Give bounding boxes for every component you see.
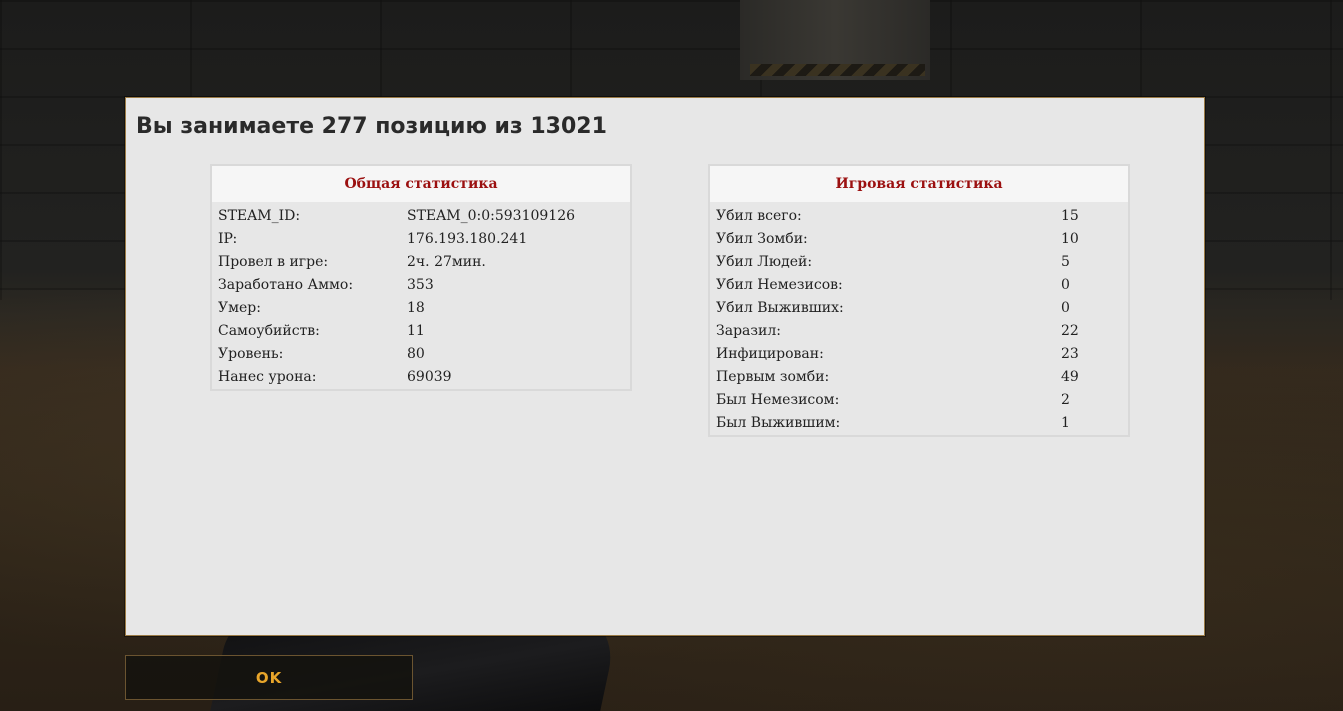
ok-button[interactable]: OK [125, 655, 413, 700]
general-stats-rows: STEAM_ID: STEAM_0:0:593109126 IP: 176.19… [212, 204, 630, 389]
table-row: Уровень: 80 [212, 342, 630, 365]
stat-label: Убил Людей: [716, 253, 813, 270]
stat-label: Нанес урона: [218, 368, 317, 385]
general-stats-header: Общая статистика [212, 166, 630, 202]
stat-label: Убил всего: [716, 207, 802, 224]
stat-value: 80 [407, 345, 425, 362]
stats-dialog: Вы занимаете 277 позицию из 13021 Общая … [125, 97, 1205, 636]
table-row: Провел в игре: 2ч. 27мин. [212, 250, 630, 273]
stat-label: STEAM_ID: [218, 207, 301, 224]
game-stats-table: Игровая статистика Убил всего: 15 Убил З… [708, 164, 1130, 437]
stat-label: Убил Немезисов: [716, 276, 843, 293]
stat-value: 1 [1061, 414, 1070, 431]
stat-value: 176.193.180.241 [407, 230, 528, 247]
stat-value: 0 [1061, 276, 1070, 293]
table-row: Убил Выживших: 0 [710, 296, 1128, 319]
table-row: Был Немезисом: 2 [710, 388, 1128, 411]
stat-value: 18 [407, 299, 425, 316]
table-row: Убил Зомби: 10 [710, 227, 1128, 250]
stat-label: IP: [218, 230, 238, 247]
table-row: Умер: 18 [212, 296, 630, 319]
stat-label: Убил Зомби: [716, 230, 808, 247]
stat-value: 23 [1061, 345, 1079, 362]
stat-label: Заразил: [716, 322, 781, 339]
stat-label: Умер: [218, 299, 261, 316]
stat-value: 22 [1061, 322, 1079, 339]
stat-label: Первым зомби: [716, 368, 830, 385]
stat-value: 2ч. 27мин. [407, 253, 486, 270]
table-row: Заразил: 22 [710, 319, 1128, 342]
game-stats-header: Игровая статистика [710, 166, 1128, 202]
stat-value: 15 [1061, 207, 1079, 224]
stat-value: 69039 [407, 368, 452, 385]
table-row: Убил Людей: 5 [710, 250, 1128, 273]
table-row: Заработано Аммо: 353 [212, 273, 630, 296]
table-row: Нанес урона: 69039 [212, 365, 630, 388]
stat-label: Убил Выживших: [716, 299, 844, 316]
stat-value: STEAM_0:0:593109126 [407, 207, 576, 224]
stat-value: 0 [1061, 299, 1070, 316]
table-row: Первым зомби: 49 [710, 365, 1128, 388]
table-row: IP: 176.193.180.241 [212, 227, 630, 250]
stat-value: 5 [1061, 253, 1070, 270]
table-row: Самоубийств: 11 [212, 319, 630, 342]
stat-label: Провел в игре: [218, 253, 329, 270]
stat-label: Заработано Аммо: [218, 276, 354, 293]
stat-label: Уровень: [218, 345, 284, 362]
background-hazard-stripe [750, 64, 925, 76]
game-stats-rows: Убил всего: 15 Убил Зомби: 10 Убил Людей… [710, 204, 1128, 435]
stat-label: Самоубийств: [218, 322, 320, 339]
stat-value: 2 [1061, 391, 1070, 408]
stat-label: Инфицирован: [716, 345, 824, 362]
table-row: Был Выжившим: 1 [710, 411, 1128, 434]
stat-value: 11 [407, 322, 425, 339]
stat-value: 49 [1061, 368, 1079, 385]
table-row: Убил всего: 15 [710, 204, 1128, 227]
stat-value: 10 [1061, 230, 1079, 247]
stat-label: Был Немезисом: [716, 391, 840, 408]
stat-label: Был Выжившим: [716, 414, 841, 431]
dialog-title: Вы занимаете 277 позицию из 13021 [136, 114, 607, 139]
table-row: STEAM_ID: STEAM_0:0:593109126 [212, 204, 630, 227]
table-row: Убил Немезисов: 0 [710, 273, 1128, 296]
general-stats-table: Общая статистика STEAM_ID: STEAM_0:0:593… [210, 164, 632, 391]
table-row: Инфицирован: 23 [710, 342, 1128, 365]
stat-value: 353 [407, 276, 434, 293]
